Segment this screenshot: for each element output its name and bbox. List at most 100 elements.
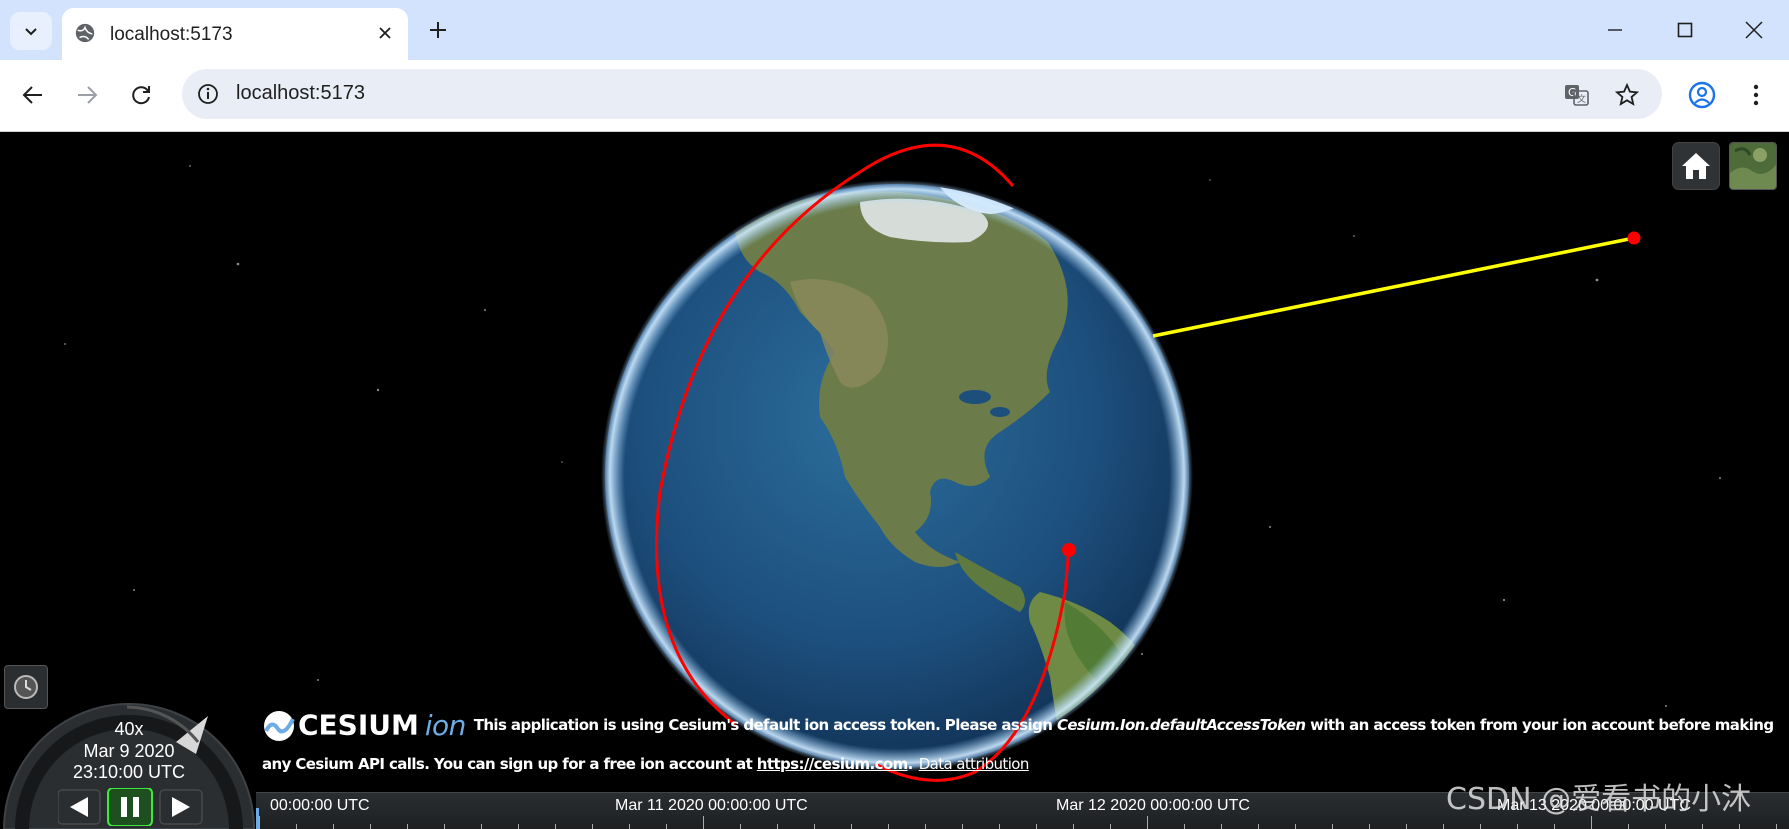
timeline-tick [1147,816,1148,829]
timeline-tick [814,824,815,829]
timeline-tick [1554,824,1555,829]
timeline-tick [1517,824,1518,829]
window-close-icon [1745,21,1763,39]
timeline-tick [1776,824,1777,829]
pause-button[interactable] [107,788,153,826]
watermark: CSDN @爱看书的小沐 [1446,782,1752,817]
bookmark-star-icon [1615,83,1639,106]
translate-icon: G文 [1565,85,1589,106]
home-icon [1682,153,1710,179]
timeline-tick [592,824,593,829]
bookmark-button[interactable] [1614,82,1640,108]
browser-toolbar: localhost:5173 G文 [0,60,1789,132]
svg-text:G: G [1568,86,1577,99]
timeline-tick [1480,824,1481,829]
cesium-ion-logo[interactable]: CESIUM ion [262,706,466,745]
minimize-button[interactable] [1592,12,1638,48]
site-info-icon[interactable] [196,82,220,106]
browser-tab[interactable]: localhost:5173 [62,8,408,60]
timeline-tick [1184,824,1185,829]
timeline-label: 00:00:00 UTC [270,797,370,814]
timeline-tick [1332,824,1333,829]
tab-title: localhost:5173 [110,24,233,45]
timeline-tick [1369,824,1370,829]
tab-strip: localhost:5173 [0,0,1789,60]
forward-icon [78,86,98,104]
translate-button[interactable]: G文 [1564,82,1590,108]
animation-time: 23:10:00 UTC [72,762,186,782]
timeline-tick [1221,824,1222,829]
close-icon [379,27,391,39]
timeline-tick [333,824,334,829]
timeline-tick [851,824,852,829]
timeline-tick [629,824,630,829]
data-attribution-link[interactable]: Data attribution [919,755,1030,773]
address-bar[interactable]: localhost:5173 G文 [182,69,1662,119]
profile-button[interactable] [1683,76,1721,114]
base-layer-picker-button[interactable] [1729,142,1777,190]
menu-icon [1753,84,1759,106]
play-forward-button[interactable] [159,789,203,825]
back-icon [22,86,42,104]
browser-menu-button[interactable] [1737,76,1775,114]
timeline-tick [1073,824,1074,829]
cesium-viewer[interactable]: 40x Mar 9 2020 23:10:00 UTC CESIUM ion Th… [0,132,1789,829]
globe-icon [75,23,95,43]
reload-icon [132,86,150,105]
reload-button[interactable] [122,76,160,114]
profile-icon [1688,81,1716,109]
timeline-tick [925,824,926,829]
minimize-icon [1608,29,1622,31]
timeline-tick [481,824,482,829]
imagery-thumbnail-icon [1730,143,1776,189]
back-button[interactable] [14,76,52,114]
timeline-label: Mar 11 2020 00:00:00 UTC [615,797,808,814]
timeline-tick [1295,824,1296,829]
window-close-button[interactable] [1731,12,1777,48]
timeline-tick [1258,824,1259,829]
maximize-button[interactable] [1662,12,1708,48]
timeline-tick [888,824,889,829]
timeline-tick [370,824,371,829]
tab-search-icon [25,28,37,36]
svg-text:文: 文 [1577,93,1586,105]
animation-date: Mar 9 2020 [83,741,175,761]
new-tab-button[interactable] [424,16,452,44]
tab-close-button[interactable] [374,22,396,44]
timeline-tick [518,824,519,829]
cesium-logo-text: CESIUM [298,708,419,742]
cesium-link[interactable]: https://cesium.com [757,755,908,773]
animation-speed: 40x [114,719,144,739]
timeline-tick [1036,824,1037,829]
satellite-link-line [1152,236,1635,338]
timeline-tick [1665,824,1666,829]
timeline-tick [296,824,297,829]
url-text[interactable]: localhost:5173 [236,82,365,105]
ground-station-point[interactable] [1062,543,1076,557]
timeline-tick [703,816,704,829]
timeline-tick [555,824,556,829]
credit-text-3: . [907,754,914,773]
credit-token-name: Cesium.Ion.defaultAccessToken [1056,716,1306,734]
credit-text-1: This application is using Cesium's defau… [473,716,1057,734]
animation-controls [58,788,203,826]
home-button[interactable] [1672,142,1720,190]
timeline-tick [740,824,741,829]
satellite-point[interactable] [1627,231,1641,245]
timeline-label: Mar 12 2020 00:00:00 UTC [1056,797,1250,814]
credit-container: CESIUM ion This application is using Cesi… [262,706,1782,783]
timeline-tick [444,824,445,829]
timeline-tick [1702,824,1703,829]
timeline-tick [962,824,963,829]
timeline-tick [999,824,1000,829]
forward-button[interactable] [68,76,106,114]
cesium-logo-icon [264,710,295,741]
timeline-tick [1406,824,1407,829]
timeline-tick [777,824,778,829]
timeline-tick [407,824,408,829]
timeline-tick [666,824,667,829]
play-reverse-button[interactable] [58,789,101,825]
timeline-tick [259,816,260,829]
tab-search-button[interactable] [10,12,52,50]
timeline-tick [1739,824,1740,829]
